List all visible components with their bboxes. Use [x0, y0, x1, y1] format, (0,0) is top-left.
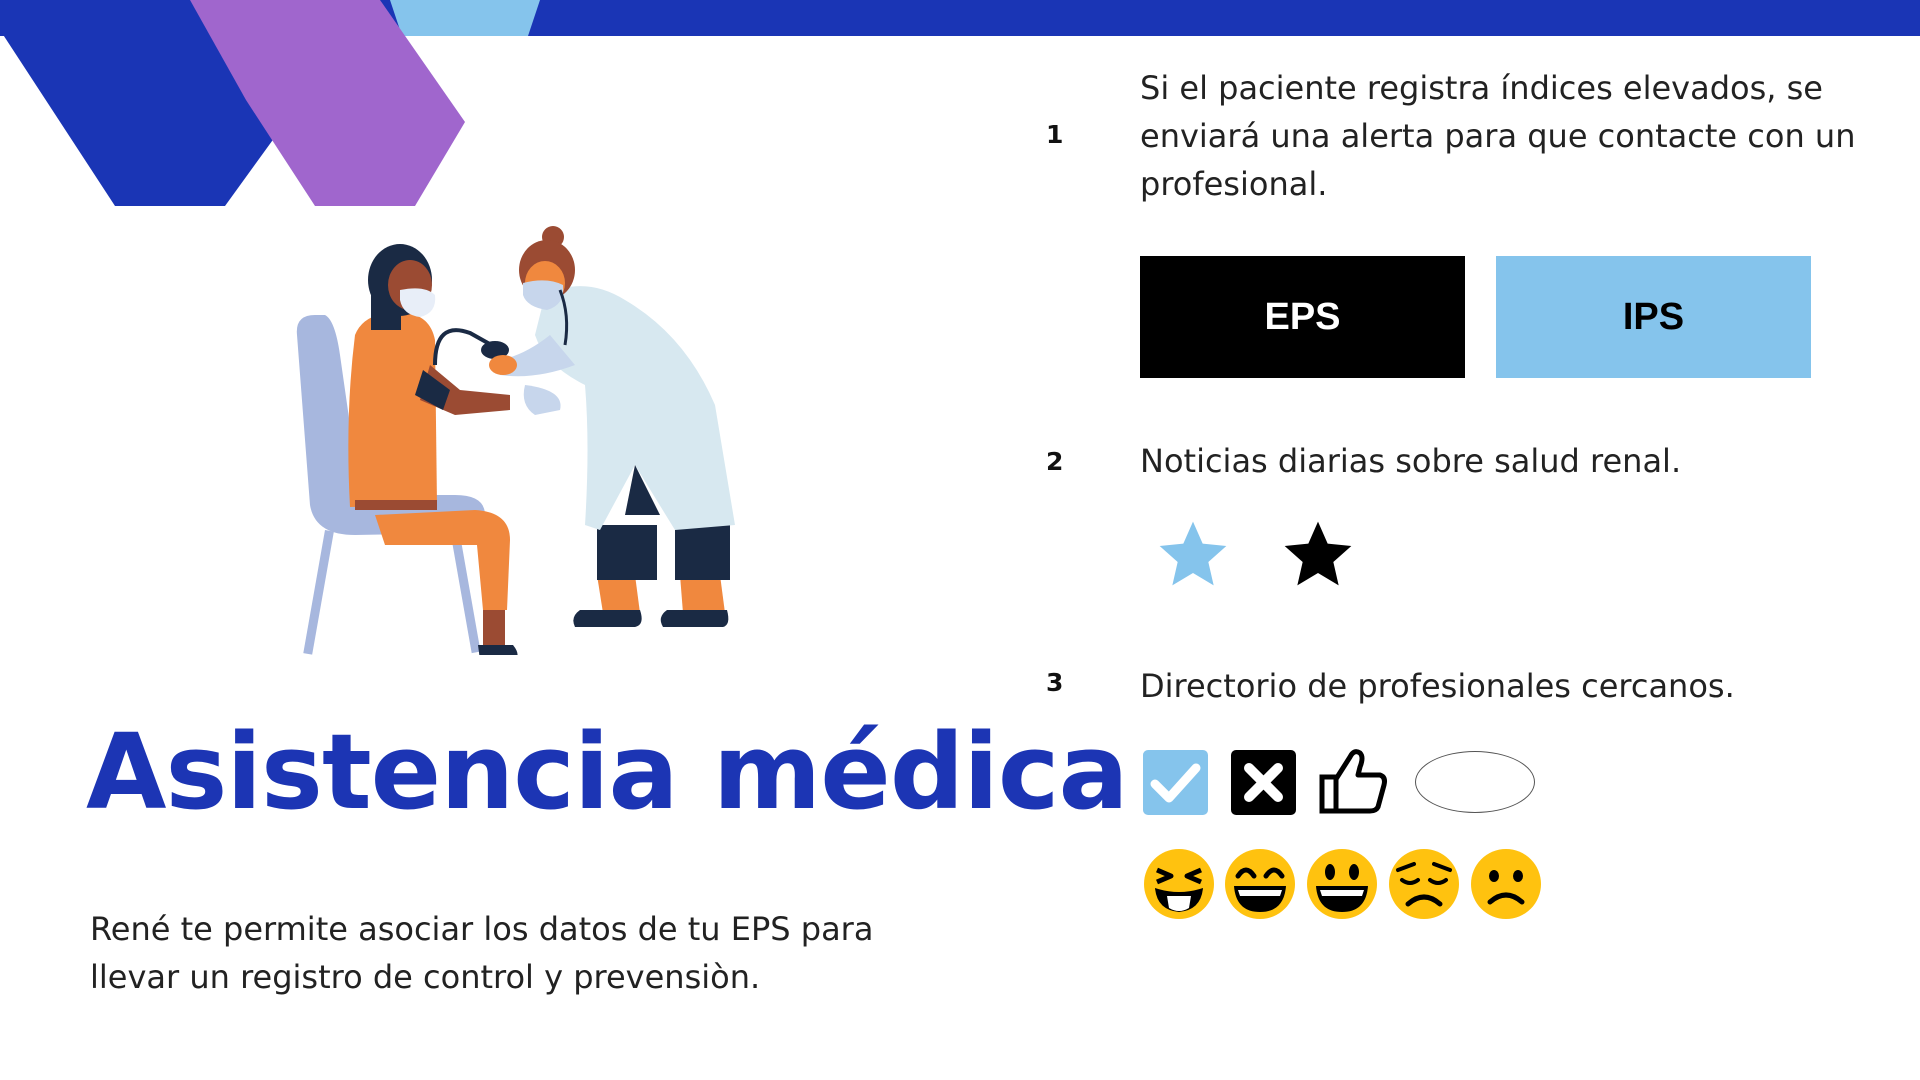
item-number-3: 3 — [1046, 668, 1064, 697]
slide-description: René te permite asociar los datos de tu … — [90, 910, 874, 996]
checkbox-checked-icon[interactable] — [1143, 750, 1208, 815]
item-text-2: Noticias diarias sobre salud renal. — [1140, 442, 1682, 480]
item-number-2: 2 — [1046, 447, 1064, 476]
item-number-1: 1 — [1046, 120, 1064, 149]
item-text-1: Si el paciente registra índices elevados… — [1140, 69, 1856, 203]
item-text-3: Directorio de profesionales cercanos. — [1140, 667, 1735, 705]
star-black-icon[interactable] — [1278, 515, 1358, 595]
tongue-wink-emoji[interactable] — [1143, 848, 1215, 920]
grin-emoji[interactable] — [1224, 848, 1296, 920]
close-box-icon[interactable] — [1231, 750, 1296, 815]
eps-button[interactable]: EPS — [1140, 256, 1465, 378]
thumbs-up-icon[interactable] — [1318, 745, 1390, 817]
ips-button[interactable]: IPS — [1496, 256, 1811, 378]
doctor-patient-illustration — [296, 226, 735, 655]
page-title: Asistencia médica — [86, 711, 1129, 833]
frown-emoji[interactable] — [1470, 848, 1542, 920]
ellipse-shape[interactable] — [1415, 751, 1535, 813]
sad-emoji[interactable] — [1388, 848, 1460, 920]
smile-emoji[interactable] — [1306, 848, 1378, 920]
top-banner-accent — [390, 0, 540, 36]
star-light-blue-icon[interactable] — [1153, 515, 1233, 595]
